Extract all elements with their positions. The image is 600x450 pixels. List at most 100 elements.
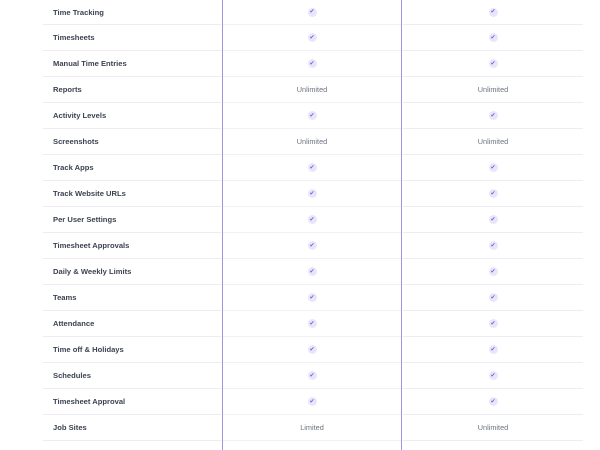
check-icon: ✔ — [488, 111, 498, 120]
feature-row: Time off & Holidays — [43, 337, 221, 363]
check-icon: ✔ — [307, 241, 317, 250]
check-icon: ✔ — [488, 215, 498, 224]
plan-a-cell: ✔ — [223, 207, 401, 233]
check-icon: ✔ — [488, 33, 498, 42]
check-icon: ✔ — [307, 397, 317, 406]
feature-row: Screenshots — [43, 129, 221, 155]
plan-b-cell: ✔ — [403, 285, 583, 311]
plan-a-cell: ✔ — [223, 311, 401, 337]
plan-b-cell: ✔ — [403, 233, 583, 259]
check-icon: ✔ — [488, 7, 498, 17]
feature-label: Manual Time Entries — [53, 59, 127, 68]
plan-b-cell: ✔ — [403, 311, 583, 337]
check-icon: ✔ — [307, 293, 317, 302]
plan-a-cell: Limited — [223, 415, 401, 441]
feature-label: Schedules — [53, 371, 91, 380]
feature-label: Timesheets — [53, 33, 95, 42]
feature-column: Time Tracking Timesheets Manual Time Ent… — [43, 0, 221, 450]
check-icon: ✔ — [488, 371, 498, 380]
check-icon: ✔ — [307, 33, 317, 42]
feature-row: Activity Levels — [43, 103, 221, 129]
plan-a-cell: ✔ — [223, 155, 401, 181]
plan-b-cell: ✔ — [403, 363, 583, 389]
plan-b-cell: ✔ — [403, 337, 583, 363]
check-icon: ✔ — [307, 215, 317, 224]
feature-label: Track Apps — [53, 163, 94, 172]
check-icon: ✔ — [307, 345, 317, 354]
check-icon: ✔ — [307, 189, 317, 198]
plan-a-cell: ✔ — [223, 259, 401, 285]
plan-b-cell: ✔ — [403, 259, 583, 285]
plan-value-text: Unlimited — [477, 137, 509, 146]
plan-a-cell: ✔ — [223, 363, 401, 389]
feature-row: Reports — [43, 77, 221, 103]
plan-b-cell: ✔ — [403, 51, 583, 77]
plan-a-cell: Unlimited — [223, 77, 401, 103]
plan-a-cell: ✔ — [223, 389, 401, 415]
feature-row: Track Website URLs — [43, 181, 221, 207]
plan-a-cell: ✔ — [223, 103, 401, 129]
plan-b-cell: Unlimited — [403, 415, 583, 441]
plan-value-text: Unlimited — [477, 423, 509, 432]
check-icon: ✔ — [488, 241, 498, 250]
feature-label: Time off & Holidays — [53, 345, 124, 354]
plan-b-cell: Unlimited — [403, 77, 583, 103]
feature-row: Per User Settings — [43, 207, 221, 233]
feature-label: Per User Settings — [53, 215, 117, 224]
feature-comparison-table: Time Tracking Timesheets Manual Time Ent… — [0, 0, 600, 450]
feature-row: Teams — [43, 285, 221, 311]
feature-row: Time Tracking — [43, 0, 221, 25]
feature-row: Timesheets — [43, 25, 221, 51]
feature-row: Track Apps — [43, 155, 221, 181]
check-icon: ✔ — [488, 59, 498, 68]
check-icon: ✔ — [488, 189, 498, 198]
plan-value-text: Unlimited — [296, 85, 328, 94]
plan-a-cell: ✔ — [223, 25, 401, 51]
feature-label: Teams — [53, 293, 77, 302]
feature-row: Timesheet Approval — [43, 389, 221, 415]
feature-row: Attendance — [43, 311, 221, 337]
feature-row: Manual Time Entries — [43, 51, 221, 77]
plan-b-cell: ✔ — [403, 207, 583, 233]
plan-b-cell: ✔ — [403, 25, 583, 51]
plan-a-cell: ✔ — [223, 337, 401, 363]
plan-b-cell: ✔ — [403, 389, 583, 415]
plan-b-cell: ✔ — [403, 181, 583, 207]
feature-label: Daily & Weekly Limits — [53, 267, 132, 276]
plan-b-cell: Unlimited — [403, 129, 583, 155]
feature-row: Timesheet Approvals — [43, 233, 221, 259]
feature-label: Timesheet Approval — [53, 397, 126, 406]
check-icon: ✔ — [307, 371, 317, 380]
check-icon: ✔ — [488, 267, 498, 276]
check-icon: ✔ — [488, 163, 498, 172]
feature-row: Schedules — [43, 363, 221, 389]
plan-a-cell: Unlimited — [223, 129, 401, 155]
check-icon: ✔ — [307, 7, 317, 17]
check-icon: ✔ — [307, 163, 317, 172]
plan-a-cell: ✔ — [223, 233, 401, 259]
plan-a-cell: ✔ — [223, 181, 401, 207]
check-icon: ✔ — [488, 319, 498, 328]
check-icon: ✔ — [307, 59, 317, 68]
plan-b-cell: ✔ — [403, 155, 583, 181]
check-icon: ✔ — [488, 293, 498, 302]
plan-a-cell: ✔ — [223, 0, 401, 25]
feature-row: Daily & Weekly Limits — [43, 259, 221, 285]
feature-label: Track Website URLs — [53, 189, 126, 198]
plan-b-cell: ✔ — [403, 0, 583, 25]
plan-b-column: ✔ ✔ ✔ Unlimited ✔ Unlimited ✔ ✔ ✔ ✔ ✔ ✔ … — [403, 0, 583, 450]
plan-a-column: ✔ ✔ ✔ Unlimited ✔ Unlimited ✔ ✔ ✔ ✔ ✔ ✔ … — [222, 0, 402, 450]
check-icon: ✔ — [307, 267, 317, 276]
plan-value-text: Unlimited — [296, 137, 328, 146]
feature-label: Time Tracking — [53, 7, 104, 17]
plan-a-cell: ✔ — [223, 285, 401, 311]
feature-label: Attendance — [53, 319, 95, 328]
feature-label: Timesheet Approvals — [53, 241, 130, 250]
check-icon: ✔ — [307, 111, 317, 120]
plan-a-cell: ✔ — [223, 51, 401, 77]
check-icon: ✔ — [488, 345, 498, 354]
check-icon: ✔ — [488, 397, 498, 406]
plan-value-text: Limited — [300, 423, 324, 432]
feature-row: Job Sites — [43, 415, 221, 441]
plan-b-cell: ✔ — [403, 103, 583, 129]
